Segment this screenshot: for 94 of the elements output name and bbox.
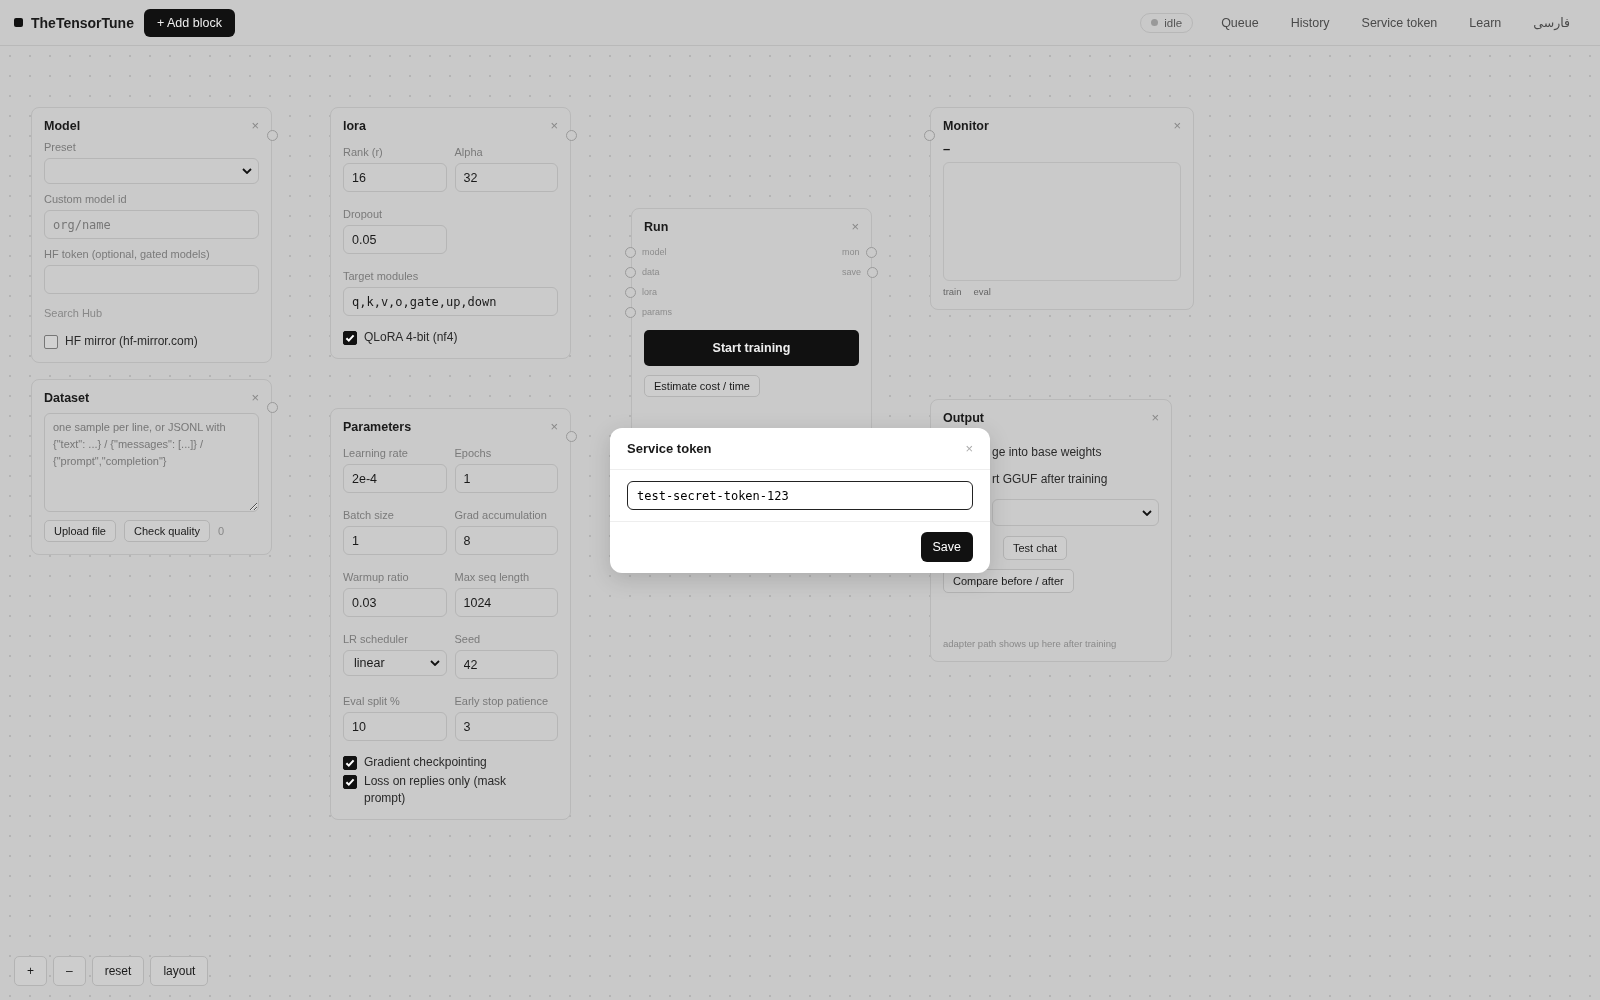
field-label: Rank (r) [343, 146, 384, 158]
chevron-icon [429, 660, 440, 666]
canvas-control-button[interactable]: reset [91, 956, 145, 986]
check-quality-button[interactable]: Check quality [124, 520, 211, 542]
card-title: Run [644, 219, 669, 234]
input-field[interactable]: 10 [343, 712, 447, 741]
input-field[interactable]: 16 [343, 163, 447, 192]
nav-link[interactable]: Queue [1205, 15, 1275, 30]
field-label: Preset [44, 141, 77, 153]
test-chat-button[interactable]: Test chat [1003, 536, 1068, 560]
card-title: Dataset [44, 390, 90, 405]
app-title: TheTensorTune [31, 14, 134, 31]
port-handle[interactable] [625, 246, 636, 258]
card-title: lora [343, 118, 366, 133]
input-field[interactable]: 3 [454, 712, 558, 741]
input-field[interactable]: 42 [454, 650, 558, 679]
estimate-button[interactable]: Estimate cost / time [644, 375, 760, 397]
field-label: Eval split % [343, 695, 401, 707]
port-handle[interactable] [625, 306, 636, 318]
checkbox-label: Loss on replies only (mask prompt) [364, 773, 508, 807]
checkbox-label: QLoRA 4-bit (nf4) [364, 329, 458, 346]
field-label: Dropout [343, 208, 384, 220]
nav-link[interactable]: فارسی [1517, 15, 1586, 30]
card-title: Monitor [943, 118, 989, 133]
compare-button[interactable]: Compare before / after [943, 569, 1074, 593]
port-handle[interactable] [625, 286, 636, 298]
input-field[interactable]: 0.03 [343, 588, 447, 617]
port-handle[interactable] [267, 402, 278, 413]
option-label: rt GGUF after training [992, 472, 1109, 486]
search-hub-label: Search Hub [44, 307, 104, 319]
input-field[interactable]: org/name [44, 210, 259, 239]
field-label: Custom model id [44, 193, 128, 205]
checkbox-label: Gradient checkpointing [364, 754, 487, 771]
canvas-control-button[interactable]: – [53, 956, 86, 986]
sample-count: 0 [218, 525, 225, 537]
card-title: Parameters [343, 419, 412, 434]
port-handle[interactable] [924, 130, 935, 141]
chevron-icon [1142, 509, 1152, 516]
nav-link[interactable]: History [1274, 15, 1346, 30]
field-label: HF token (optional, gated models) [44, 248, 211, 260]
logo-icon [14, 18, 23, 27]
checkbox[interactable] [343, 775, 357, 789]
canvas-control-button[interactable]: layout [150, 956, 209, 986]
input-field[interactable]: 0.05 [343, 225, 447, 254]
port-handle[interactable] [625, 266, 636, 278]
metric-value: – [943, 141, 952, 156]
field-label: Learning rate [343, 447, 409, 459]
field-label: Batch size [343, 509, 395, 521]
input-field[interactable]: 32 [454, 163, 558, 192]
port-handle[interactable] [865, 246, 877, 258]
port-handle[interactable] [267, 130, 278, 141]
checkbox-label: HF mirror (hf-mirror.com) [65, 333, 198, 350]
dataset-text-area[interactable]: one sample per line, or JSONL with {"text": ...} / {"messages": [...]} / {"prompt","completion"} [44, 413, 259, 512]
field-label: LR scheduler [343, 633, 409, 645]
field-label: Early stop patience [454, 695, 550, 707]
legend-label: train [943, 286, 962, 297]
field-label: Warmup ratio [343, 571, 410, 583]
checkbox[interactable] [44, 335, 58, 349]
port-handle[interactable] [566, 431, 577, 442]
checkbox[interactable] [343, 331, 357, 345]
field-label: Max seq length [454, 571, 531, 583]
field-label: Epochs [454, 447, 493, 459]
input-field[interactable]: 2e-4 [343, 464, 447, 493]
card-title: Output [943, 410, 984, 425]
input-field[interactable]: 8 [454, 526, 558, 555]
checkbox[interactable] [343, 756, 357, 770]
input-field[interactable]: 1 [454, 464, 558, 493]
chevron-icon [242, 168, 252, 174]
port-label: model [642, 247, 667, 257]
legend-label: eval [973, 286, 991, 297]
port-handle[interactable] [867, 266, 878, 278]
input-field[interactable]: 1 [343, 526, 447, 555]
nav-link[interactable]: Learn [1453, 15, 1518, 30]
card-title: Model [44, 118, 81, 133]
add-block-button[interactable]: + Add block [143, 8, 235, 37]
nav-link[interactable]: Service token [1345, 15, 1454, 30]
field-label: Seed [454, 633, 482, 645]
preset-select[interactable] [44, 158, 259, 184]
save-button[interactable]: Save [920, 532, 973, 562]
input-field[interactable]: 1024 [454, 588, 558, 617]
field-label: Alpha [454, 146, 484, 158]
upload-file-button[interactable]: Upload file [44, 520, 116, 542]
start-training-button[interactable]: Start training [644, 330, 859, 366]
port-handle[interactable] [566, 130, 577, 141]
port-label: save [842, 267, 861, 277]
dialog-title: Service token [627, 441, 712, 456]
select-field[interactable] [992, 499, 1159, 526]
field-label: Grad accumulation [454, 509, 548, 521]
input-field[interactable]: q,k,v,o,gate,up,down [343, 287, 558, 316]
canvas-control-button[interactable]: + [14, 956, 47, 986]
token-field[interactable]: test-secret-token-123 [627, 481, 973, 510]
select-field[interactable]: linear [343, 650, 447, 676]
field-label: Target modules [343, 270, 420, 282]
option-label: ge into base weights [992, 445, 1103, 459]
